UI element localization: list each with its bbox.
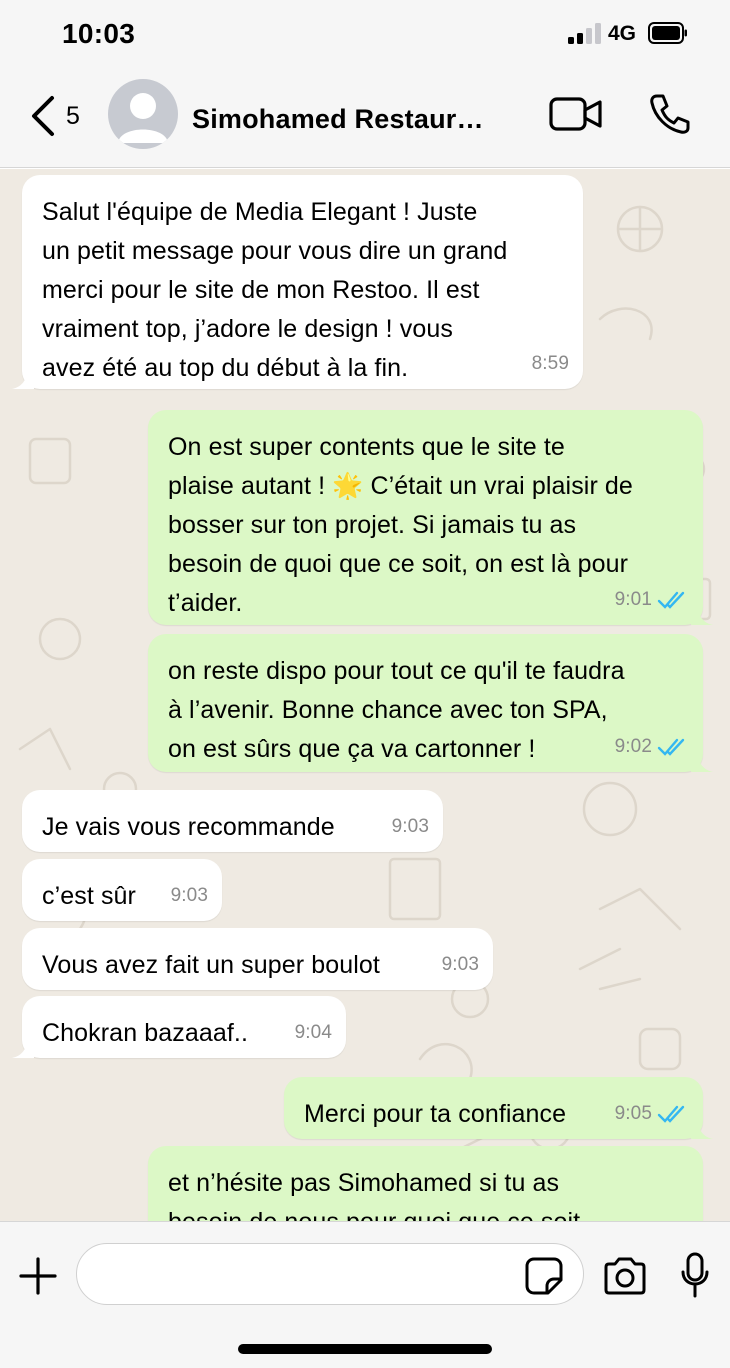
read-receipt-icon — [657, 591, 685, 609]
message-meta: 9:03 — [171, 876, 208, 915]
home-indicator — [238, 1344, 492, 1354]
message-meta: 9:05 — [615, 1094, 689, 1133]
video-call-icon[interactable] — [548, 94, 604, 134]
message-input-bar — [0, 1221, 730, 1368]
status-time: 10:03 — [62, 18, 136, 49]
message-text: Chokran bazaaaf.. — [42, 1019, 248, 1047]
message-text: on reste dispo pour tout ce qu'il te fau… — [168, 657, 625, 763]
bubble-tail — [12, 1038, 34, 1058]
message-bubble-outgoing[interactable]: et n’hésite pas Simohamed si tu as besoi… — [148, 1146, 703, 1221]
bubble-tail — [691, 752, 713, 772]
message-bubble-incoming[interactable]: Vous avez fait un super boulot 9:03 — [22, 928, 493, 990]
message-bubble-incoming[interactable]: Je vais vous recommande 9:03 — [22, 790, 443, 852]
message-bubble-outgoing[interactable]: On est super contents que le site te pla… — [148, 410, 713, 625]
message-time: 9:02 — [614, 736, 652, 757]
bubble-tail — [691, 605, 713, 625]
camera-icon[interactable] — [602, 1256, 648, 1296]
phone-call-icon[interactable] — [648, 92, 692, 136]
message-meta: 9:01 — [615, 580, 689, 619]
message-time: 9:01 — [614, 589, 652, 610]
message-text: Je vais vous recommande — [42, 813, 335, 841]
message-bubble-incoming[interactable]: Salut l'équipe de Media Elegant ! Juste … — [12, 175, 583, 389]
message-time: 9:03 — [170, 885, 208, 906]
chevron-left-icon — [32, 96, 54, 136]
read-receipt-icon — [657, 1105, 685, 1123]
sticker-icon[interactable] — [524, 1256, 564, 1296]
avatar-placeholder-icon — [118, 93, 168, 143]
message-bubble-incoming[interactable]: Chokran bazaaaf.. 9:04 — [12, 996, 346, 1058]
message-bubble-outgoing[interactable]: Merci pour ta confiance 9:05 — [284, 1077, 713, 1139]
message-time: 9:04 — [294, 1022, 332, 1043]
message-time: 9:03 — [391, 816, 429, 837]
back-button[interactable]: 5 — [28, 94, 88, 140]
message-meta: 9:03 — [442, 945, 479, 984]
bubble-tail — [12, 369, 34, 389]
message-bubble-incoming[interactable]: c’est sûr 9:03 — [22, 859, 222, 921]
message-time: 9:05 — [614, 1103, 652, 1124]
battery-icon — [648, 22, 687, 44]
chat-header: 5 Simohamed Restaurant — [0, 68, 730, 168]
read-receipt-icon — [657, 738, 685, 756]
message-input[interactable] — [76, 1243, 584, 1305]
bubble-tail — [691, 1119, 713, 1139]
message-text: Salut l'équipe de Media Elegant ! Juste … — [42, 198, 508, 382]
message-text: On est super contents que le site te pla… — [168, 433, 633, 617]
message-meta: 8:59 — [532, 344, 569, 383]
message-time: 9:03 — [441, 954, 479, 975]
contact-name[interactable]: Simohamed Restaurant — [192, 104, 492, 135]
message-meta: 9:03 — [392, 807, 429, 846]
avatar[interactable] — [108, 79, 178, 149]
microphone-icon[interactable] — [680, 1252, 710, 1298]
message-text: et n’hésite pas Simohamed si tu as besoi… — [168, 1169, 580, 1221]
message-time: 8:59 — [531, 353, 569, 374]
message-meta: 9:02 — [615, 727, 689, 766]
plus-icon[interactable] — [18, 1256, 58, 1296]
message-bubble-outgoing[interactable]: on reste dispo pour tout ce qu'il te fau… — [148, 634, 713, 772]
network-label: 4G — [608, 22, 637, 45]
status-bar: 10:03 4G — [0, 0, 730, 68]
signal-icon — [568, 22, 602, 44]
message-meta: 9:04 — [295, 1013, 332, 1052]
chat-area[interactable]: Salut l'équipe de Media Elegant ! Juste … — [0, 169, 730, 1221]
unread-count: 5 — [66, 102, 80, 130]
message-text: Vous avez fait un super boulot — [42, 951, 380, 979]
